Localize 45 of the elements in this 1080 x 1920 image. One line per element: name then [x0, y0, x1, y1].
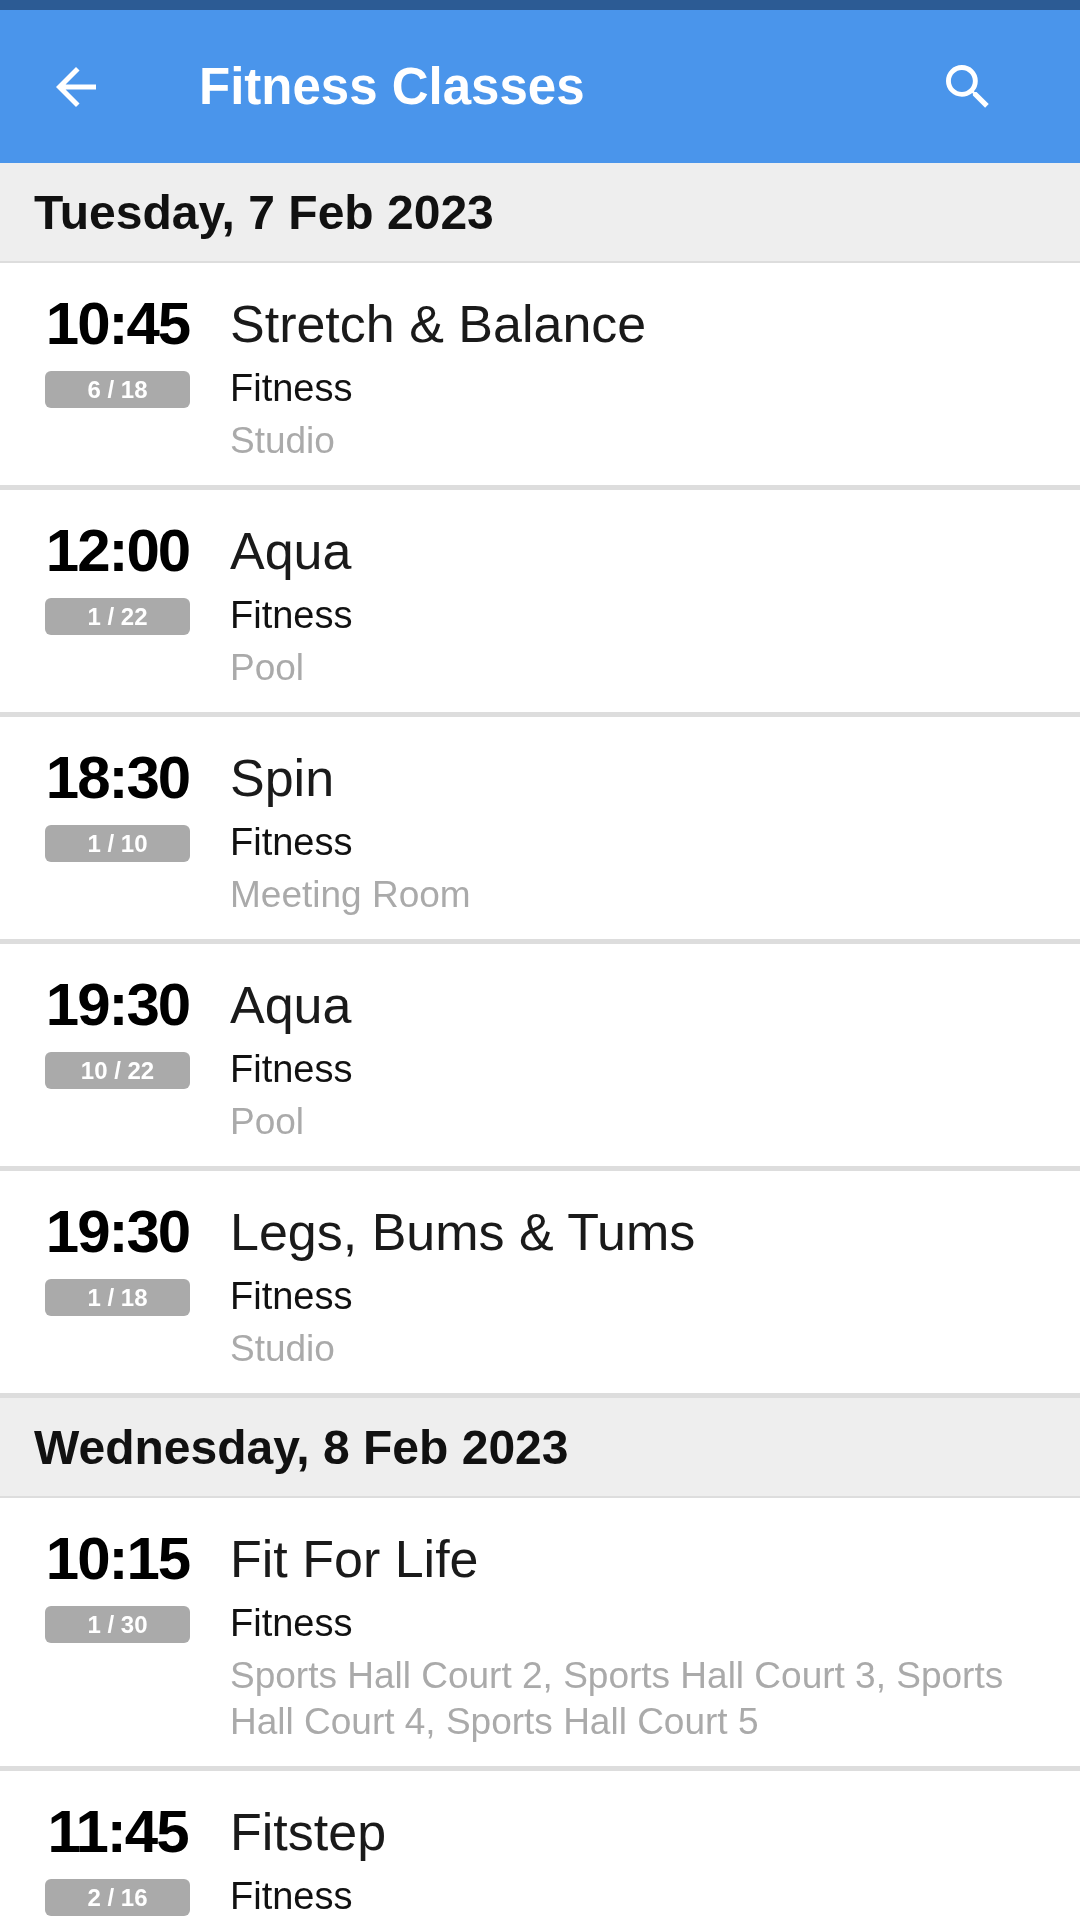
class-location: Pool	[230, 646, 306, 690]
class-category: Fitness	[230, 1603, 354, 1643]
spaces-badge: 10 / 22	[45, 1052, 190, 1089]
date-label: Tuesday, 7 Feb 2023	[34, 184, 494, 240]
class-name: Spin	[230, 748, 336, 809]
class-location: Studio	[230, 419, 336, 463]
class-name: Stretch & Balance	[230, 294, 647, 355]
class-name: Aqua	[230, 975, 353, 1036]
class-time: 10:15	[45, 1526, 190, 1592]
class-name: Fit For Life	[230, 1529, 480, 1590]
spaces-badge: 1 / 22	[45, 598, 190, 635]
class-category: Fitness	[230, 595, 353, 635]
class-name: Legs, Bums & Tums	[230, 1202, 696, 1263]
class-time: 19:30	[45, 972, 190, 1038]
class-category: Fitness	[230, 1876, 354, 1916]
class-category: Fitness	[230, 822, 354, 862]
class-time: 18:30	[45, 745, 190, 811]
class-time: 19:30	[45, 1199, 190, 1265]
class-name: Aqua	[230, 521, 353, 582]
class-category: Fitness	[230, 368, 354, 408]
spaces-badge: 1 / 18	[45, 1279, 190, 1316]
screen-title: Fitness Classes	[199, 57, 586, 116]
class-category: Fitness	[230, 1049, 353, 1089]
class-location: Pool	[230, 1100, 306, 1144]
class-location: Studio	[230, 1327, 336, 1371]
class-list-item[interactable]: 11:45 2 / 16 Fitstep Fitness	[0, 1771, 1080, 1920]
class-list-item[interactable]: 19:30 10 / 22 Aqua Fitness Pool	[0, 944, 1080, 1171]
search-icon	[946, 64, 990, 109]
class-location: Meeting Room	[230, 873, 471, 917]
class-list-item[interactable]: 12:00 1 / 22 Aqua Fitness Pool	[0, 490, 1080, 717]
class-list-item[interactable]: 18:30 1 / 10 Spin Fitness Meeting Room	[0, 717, 1080, 944]
class-list-item[interactable]: 10:45 6 / 18 Stretch & Balance Fitness Studio	[0, 263, 1080, 490]
spaces-badge: 1 / 30	[45, 1606, 190, 1643]
class-time: 12:00	[45, 518, 190, 584]
back-arrow-icon	[56, 66, 96, 107]
spaces-badge: 6 / 18	[45, 371, 190, 408]
spaces-badge: 2 / 16	[45, 1879, 190, 1916]
class-time: 11:45	[47, 1799, 188, 1865]
class-list-item[interactable]: 10:15 1 / 30 Fit For Life Fitness Sports Hall Court 2, Sports Hall Court 3, Sports Hall Court 4, Sports Hall Court 5	[0, 1498, 1080, 1771]
class-category: Fitness	[230, 1276, 354, 1316]
spaces-badge: 1 / 10	[45, 825, 190, 862]
date-label: Wednesday, 8 Feb 2023	[34, 1419, 569, 1475]
class-name: Fitstep	[230, 1802, 387, 1863]
class-location: Sports Hall Court 2, Sports Hall Court 3, Sports Hall Court 4, Sports Hall Court 5	[230, 1654, 1005, 1744]
class-time: 10:45	[45, 291, 190, 357]
